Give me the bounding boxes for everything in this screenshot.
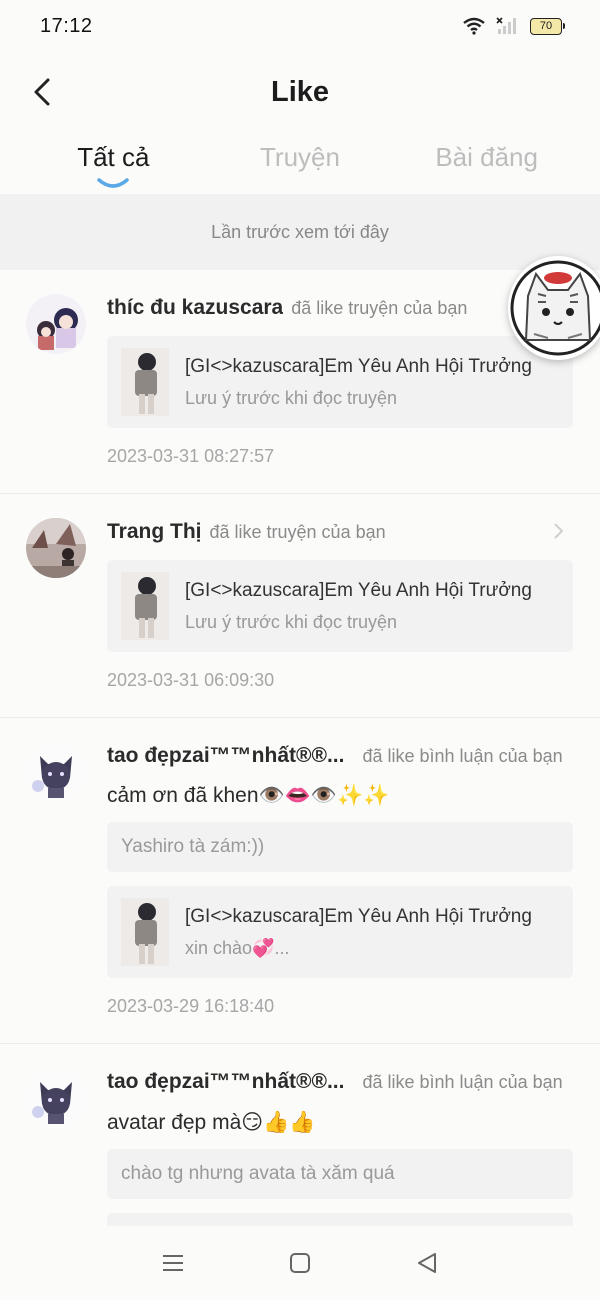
story-subtitle: xin chào💞... — [185, 937, 290, 958]
quoted-comment[interactable]: chào tg nhưng avata tà xăm quá — [107, 1149, 573, 1199]
item-action: đã like truyện của bạn — [209, 522, 386, 542]
menu-nav-button[interactable] — [143, 1238, 203, 1288]
user-name[interactable]: Trang Thị — [107, 518, 202, 546]
tab-posts[interactable]: Bài đăng — [397, 134, 577, 173]
back-button[interactable] — [22, 72, 62, 112]
timestamp: 2023-03-29 16:18:40 — [107, 996, 275, 1016]
avatar[interactable] — [26, 518, 86, 578]
quoted-comment-text: Yashiro tà zám:)) — [121, 836, 265, 857]
wifi-icon — [463, 17, 485, 35]
header: Like — [0, 60, 600, 124]
chevron-left-icon — [34, 78, 50, 106]
tab-stories-label: Truyện — [260, 142, 340, 172]
status-bar: 17:12 70 — [0, 0, 600, 52]
story-info: [GI<>kazuscara]Em Yêu Anh Hội Trưởng Lưu… — [185, 356, 532, 409]
item-action: đã like bình luận của bạn — [362, 746, 563, 766]
avatar[interactable] — [26, 742, 86, 802]
comment-text: avatar đẹp mà😏👍👍 — [107, 1111, 316, 1134]
user-name[interactable]: tao đẹpzai™™nhất®®... — [107, 742, 344, 770]
signal-icon — [496, 17, 516, 34]
user-name[interactable]: thíc đu kazuscara — [107, 294, 283, 322]
last-seen-text: Lần trước xem tới đây — [211, 221, 389, 242]
story-subtitle: Lưu ý trước khi đọc truyện — [185, 611, 397, 632]
chevron-right-icon[interactable] — [552, 522, 564, 540]
floating-cat-sticker[interactable] — [508, 256, 600, 360]
story-info: [GI<>kazuscara]Em Yêu Anh Hội Trưởng xin… — [185, 906, 532, 959]
story-title: [GI<>kazuscara]Em Yêu Anh Hội Trưởng — [185, 579, 532, 601]
story-title: [GI<>kazuscara]Em Yêu Anh Hội Trưởng — [185, 355, 532, 377]
page-title: Like — [270, 75, 330, 108]
list-item[interactable]: tao đẹpzai™™nhất®®... đã like bình luận … — [0, 718, 600, 1044]
item-action: đã like truyện của bạn — [291, 298, 468, 318]
item-header: tao đẹpzai™™nhất®®... đã like bình luận … — [107, 742, 574, 770]
last-seen-notice: Lần trước xem tới đây — [0, 194, 600, 270]
quoted-comment[interactable]: Yashiro tà zám:)) — [107, 822, 573, 872]
avatar[interactable] — [26, 1068, 86, 1128]
story-cover — [121, 898, 169, 966]
menu-icon — [163, 1255, 184, 1271]
item-header: tao đẹpzai™™nhất®®... đã like bình luận … — [107, 1068, 574, 1096]
user-name[interactable]: tao đẹpzai™™nhất®®... — [107, 1068, 344, 1096]
avatar[interactable] — [26, 294, 86, 354]
system-nav-bar — [0, 1226, 600, 1300]
tab-posts-label: Bài đăng — [435, 142, 538, 172]
tab-all[interactable]: Tất cả — [23, 134, 203, 188]
list-item[interactable]: tao đẹpzai™™nhất®®... đã like bình luận … — [0, 1044, 600, 1230]
triangle-back-icon — [417, 1253, 436, 1273]
story-title: [GI<>kazuscara]Em Yêu Anh Hội Trưởng — [185, 905, 532, 927]
battery-level: 70 — [539, 20, 553, 32]
list-item[interactable]: Trang Thị đã like truyện của bạn [GI<>ka… — [0, 494, 600, 718]
timestamp: 2023-03-31 06:09:30 — [107, 670, 275, 690]
tab-stories[interactable]: Truyện — [210, 134, 390, 173]
tab-active-indicator — [97, 178, 130, 188]
quoted-comment-text: chào tg nhưng avata tà xăm quá — [121, 1163, 395, 1184]
item-header: Trang Thị đã like truyện của bạn — [107, 518, 574, 546]
tab-all-label: Tất cả — [77, 142, 150, 172]
home-nav-button[interactable] — [270, 1238, 330, 1288]
like-feed: thíc đu kazuscara đã like truyện của bạn… — [0, 270, 600, 1230]
timestamp: 2023-03-31 08:27:57 — [107, 446, 275, 466]
back-nav-button[interactable] — [397, 1238, 457, 1288]
cat-sticker-icon — [510, 260, 600, 356]
status-time: 17:12 — [40, 14, 93, 37]
story-card[interactable]: [GI<>kazuscara]Em Yêu Anh Hội Trưởng xin… — [107, 886, 573, 978]
comment-text: cảm ơn đã khen👁️👄👁️✨✨ — [107, 784, 390, 807]
square-home-icon — [289, 1253, 310, 1273]
battery-icon: 70 — [530, 17, 565, 35]
story-cover — [121, 348, 169, 416]
story-info: [GI<>kazuscara]Em Yêu Anh Hội Trưởng Lưu… — [185, 580, 532, 633]
item-action: đã like bình luận của bạn — [362, 1072, 563, 1092]
item-header: thíc đu kazuscara đã like truyện của bạn — [107, 294, 574, 322]
tab-bar: Tất cả Truyện Bài đăng — [0, 134, 600, 192]
story-card[interactable]: [GI<>kazuscara]Em Yêu Anh Hội Trưởng Lưu… — [107, 336, 573, 428]
story-cover — [121, 572, 169, 640]
story-subtitle: Lưu ý trước khi đọc truyện — [185, 387, 397, 408]
status-icons: 70 — [462, 17, 565, 35]
story-card[interactable]: [GI<>kazuscara]Em Yêu Anh Hội Trưởng Lưu… — [107, 560, 573, 652]
